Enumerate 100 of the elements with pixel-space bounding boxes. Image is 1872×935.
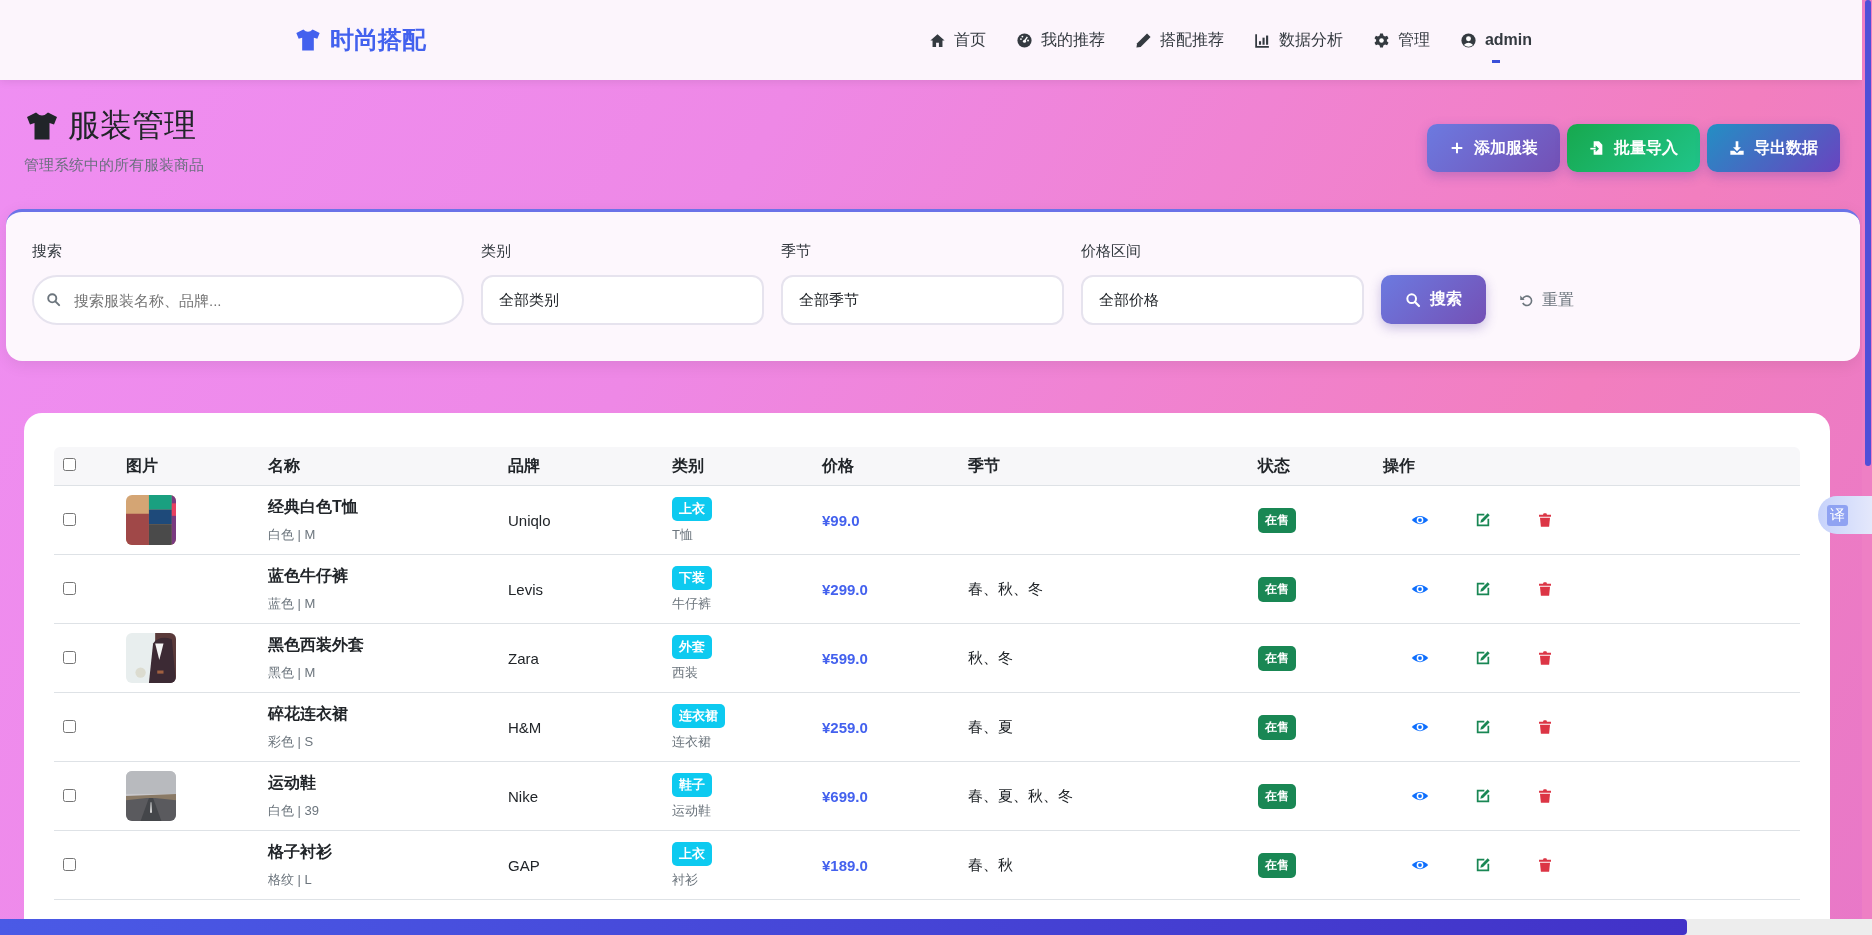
- select-field[interactable]: 全部季节: [781, 275, 1064, 325]
- edit-icon: [1475, 719, 1491, 735]
- column-header: 价格: [822, 456, 854, 474]
- subcategory-text: T恤: [672, 525, 694, 544]
- item-detail: 黑色 | M: [268, 663, 317, 682]
- row-checkbox[interactable]: [63, 857, 76, 871]
- edit-button[interactable]: [1475, 512, 1491, 528]
- price-text: ¥189.0: [822, 856, 869, 874]
- delete-button[interactable]: [1537, 788, 1553, 804]
- delete-button[interactable]: [1537, 719, 1553, 735]
- home-icon: [928, 31, 946, 49]
- item-name: 黑色西装外套: [268, 634, 365, 655]
- row-checkbox[interactable]: [63, 788, 76, 802]
- category-tag: 上衣: [672, 841, 712, 866]
- column-header: 类别: [672, 456, 704, 474]
- chart-icon: [1253, 31, 1271, 49]
- edit-button[interactable]: [1475, 857, 1491, 873]
- row-checkbox[interactable]: [63, 650, 76, 664]
- edit-button[interactable]: [1475, 719, 1491, 735]
- season-text: 春、夏: [968, 717, 1013, 735]
- edit-button[interactable]: [1475, 650, 1491, 666]
- field-label: 类别: [481, 242, 512, 261]
- subcategory-text: 衬衫: [672, 870, 699, 889]
- category-tag: 上衣: [672, 496, 712, 521]
- table-cell-text: Zara: [508, 649, 540, 667]
- row-checkbox[interactable]: [63, 581, 76, 595]
- item-detail: 白色 | 39: [268, 801, 321, 820]
- select-field[interactable]: 全部价格: [1081, 275, 1364, 325]
- season-text: 秋、冬: [968, 648, 1013, 666]
- export-button[interactable]: 导出数据: [1707, 124, 1840, 172]
- reset-button[interactable]: 重置: [1503, 276, 1590, 325]
- subcategory-text: 连衣裙: [672, 732, 712, 751]
- item-detail: 格纹 | L: [268, 870, 313, 889]
- item-detail: 彩色 | S: [268, 732, 315, 751]
- select-all-checkbox[interactable]: [63, 458, 76, 471]
- category-tag: 下装: [672, 565, 712, 590]
- search-button[interactable]: 搜索: [1381, 275, 1486, 324]
- column-header: 品牌: [508, 456, 540, 474]
- price-text: ¥99.0: [822, 511, 861, 529]
- pencil-icon: [1134, 31, 1152, 49]
- category-tag: 连衣裙: [672, 703, 725, 728]
- vertical-scrollbar[interactable]: [1862, 0, 1872, 919]
- page-subtitle: 管理系统中的所有服装商品: [24, 156, 204, 175]
- delete-button[interactable]: [1537, 857, 1553, 873]
- table-cell-text: GAP: [508, 856, 541, 874]
- status-tag: 在售: [1258, 645, 1296, 671]
- status-tag: 在售: [1258, 714, 1296, 740]
- price-text: ¥299.0: [822, 580, 869, 598]
- price-text: ¥599.0: [822, 649, 869, 667]
- nav-link[interactable]: 数据分析: [1238, 21, 1358, 59]
- delete-button[interactable]: [1537, 581, 1553, 597]
- table-cell-text: Uniqlo: [508, 511, 552, 529]
- add-button[interactable]: 添加服装: [1427, 124, 1560, 172]
- row-checkbox[interactable]: [63, 719, 76, 733]
- nav-link[interactable]: 搭配推荐: [1119, 21, 1239, 59]
- undo-icon: [1519, 293, 1534, 308]
- delete-button[interactable]: [1537, 650, 1553, 666]
- status-tag: 在售: [1258, 852, 1296, 878]
- price-text: ¥699.0: [822, 787, 869, 805]
- item-name: 经典白色T恤: [268, 496, 359, 517]
- field-label: 季节: [781, 242, 812, 261]
- trash-icon: [1537, 581, 1553, 597]
- select-field[interactable]: 全部类别: [481, 275, 764, 325]
- item-detail: 蓝色 | M: [268, 594, 317, 613]
- column-header: 名称: [268, 456, 300, 474]
- edit-icon: [1475, 857, 1491, 873]
- search-field[interactable]: 搜索服装名称、品牌...: [32, 275, 464, 325]
- status-tag: 在售: [1258, 576, 1296, 602]
- download-icon: [1729, 140, 1745, 156]
- user-icon: [1459, 31, 1477, 49]
- trash-icon: [1537, 650, 1553, 666]
- status-tag: 在售: [1258, 783, 1296, 809]
- price-text: ¥259.0: [822, 718, 869, 736]
- table-cell-text: Nike: [508, 787, 539, 805]
- nav-link[interactable]: 首页: [913, 21, 1001, 59]
- column-header: 状态: [1258, 456, 1290, 474]
- trash-icon: [1537, 788, 1553, 804]
- edit-button[interactable]: [1475, 581, 1491, 597]
- table-cell-text: H&M: [508, 718, 543, 736]
- edit-icon: [1475, 788, 1491, 804]
- horizontal-scrollbar[interactable]: [0, 919, 1872, 935]
- brand-logo-text[interactable]: 时尚搭配: [330, 24, 426, 56]
- edit-button[interactable]: [1475, 788, 1491, 804]
- trash-icon: [1537, 857, 1553, 873]
- item-name: 运动鞋: [268, 772, 317, 793]
- delete-button[interactable]: [1537, 512, 1553, 528]
- season-text: 春、夏、秋、冬: [968, 786, 1073, 804]
- category-tag: 鞋子: [672, 772, 712, 797]
- dashboard-icon: [1015, 31, 1033, 49]
- status-tag: 在售: [1258, 507, 1296, 533]
- field-label: 搜索: [32, 242, 63, 261]
- item-detail: 白色 | M: [268, 525, 317, 544]
- trash-icon: [1537, 719, 1553, 735]
- row-checkbox[interactable]: [63, 512, 76, 526]
- season-text: 春、秋、冬: [968, 579, 1043, 597]
- search-icon: [1405, 291, 1421, 308]
- file-import-icon: [1589, 140, 1605, 156]
- nav-link[interactable]: 我的推荐: [1000, 21, 1120, 59]
- nav-link[interactable]: 管理: [1357, 21, 1445, 59]
- subcategory-text: 西装: [672, 663, 699, 682]
